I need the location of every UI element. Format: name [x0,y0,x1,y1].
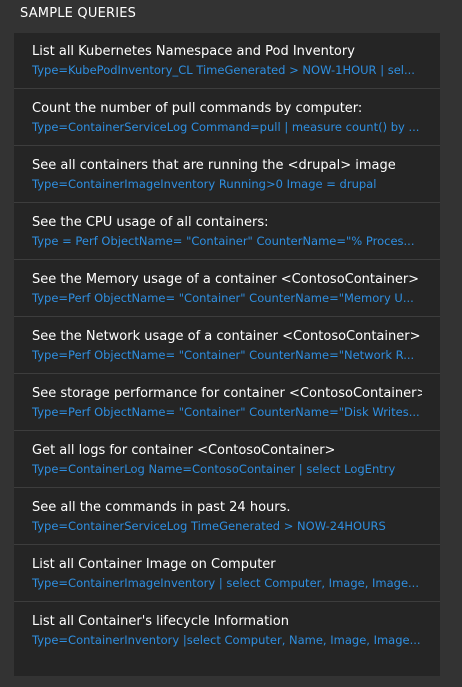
query-item-network-usage[interactable]: See the Network usage of a container <Co… [14,318,440,374]
query-item-pull-commands[interactable]: Count the number of pull commands by com… [14,90,440,146]
panel-title: SAMPLE QUERIES [20,6,137,21]
query-text: Type=ContainerImageInventory | select Co… [32,576,419,590]
query-title: See storage performance for container <C… [32,386,422,401]
query-text: Type = Perf ObjectName= "Container" Coun… [32,234,415,248]
query-item-memory-usage[interactable]: See the Memory usage of a container <Con… [14,261,440,317]
query-text: Type=Perf ObjectName= "Container" Counte… [32,291,414,305]
query-text: Type=ContainerLog Name=ContosoContainer … [32,462,396,476]
query-item-container-lifecycle[interactable]: List all Container's lifecycle Informati… [14,603,440,659]
query-title: See all containers that are running the … [32,158,396,173]
query-title: Get all logs for container <ContosoConta… [32,443,336,458]
query-title: Count the number of pull commands by com… [32,101,363,116]
query-title: List all Container's lifecycle Informati… [32,614,289,629]
query-title: See the Network usage of a container <Co… [32,329,421,344]
query-item-kubernetes-inventory[interactable]: List all Kubernetes Namespace and Pod In… [14,33,440,89]
query-title: List all Kubernetes Namespace and Pod In… [32,44,355,59]
query-title: See the Memory usage of a container <Con… [32,272,420,287]
query-text: Type=ContainerInventory |select Computer… [32,633,421,647]
query-text: Type=ContainerServiceLog Command=pull | … [32,120,420,134]
query-title: See the CPU usage of all containers: [32,215,269,230]
sample-queries-panel: SAMPLE QUERIES List all Kubernetes Names… [0,0,462,687]
query-text: Type=KubePodInventory_CL TimeGenerated >… [32,63,415,77]
query-item-cpu-usage[interactable]: See the CPU usage of all containers: Typ… [14,204,440,260]
query-title: List all Container Image on Computer [32,557,276,572]
query-text: Type=ContainerImageInventory Running>0 I… [32,177,377,191]
query-text: Type=ContainerServiceLog TimeGenerated >… [32,519,386,533]
query-list: List all Kubernetes Namespace and Pod In… [14,33,440,676]
query-title: See all the commands in past 24 hours. [32,500,291,515]
query-item-commands-24h[interactable]: See all the commands in past 24 hours. T… [14,489,440,545]
query-item-drupal-containers[interactable]: See all containers that are running the … [14,147,440,203]
query-text: Type=Perf ObjectName= "Container" Counte… [32,405,420,419]
query-item-container-images[interactable]: List all Container Image on Computer Typ… [14,546,440,602]
query-item-container-logs[interactable]: Get all logs for container <ContosoConta… [14,432,440,488]
query-item-storage-performance[interactable]: See storage performance for container <C… [14,375,440,431]
query-text: Type=Perf ObjectName= "Container" Counte… [32,348,415,362]
